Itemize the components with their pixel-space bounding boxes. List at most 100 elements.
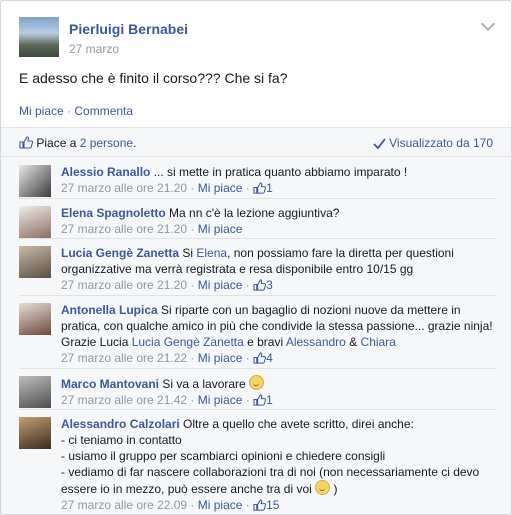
- comment-body: Alessandro Calzolari Oltre a quello che …: [61, 416, 497, 513]
- comment-body: Lucia Gengè Zanetta Si Elena, non possia…: [61, 245, 497, 293]
- comment-like-link[interactable]: Mi piace: [198, 181, 243, 195]
- seen-by[interactable]: Visualizzato da 170: [373, 136, 493, 150]
- comment-line: - usiamo il gruppo per scambiarci opinio…: [61, 449, 386, 463]
- comment-time[interactable]: 27 marzo alle ore 21.20: [61, 181, 187, 195]
- smiley-emoji-icon: [315, 480, 331, 495]
- comment-body: Antonella Lupica Si riparte con un bagag…: [61, 302, 497, 366]
- separator: ·: [242, 351, 254, 365]
- separator: ·: [67, 104, 72, 118]
- comment-like-link[interactable]: Mi piace: [198, 498, 243, 512]
- separator: ·: [242, 393, 254, 407]
- separator: ·: [187, 351, 198, 365]
- post-card: Pierluigi Bernabei 27 marzo E adesso che…: [0, 0, 512, 515]
- comment-text: &: [345, 335, 361, 349]
- comment-time[interactable]: 27 marzo alle ore 21.20: [61, 278, 187, 292]
- commenter-avatar[interactable]: [19, 417, 51, 449]
- like-count[interactable]: 15: [266, 498, 279, 512]
- thumbs-up-icon: [253, 499, 267, 511]
- mention-link[interactable]: Chiara: [361, 335, 396, 349]
- commenter-avatar[interactable]: [19, 206, 51, 238]
- post-actions: Mi piace · Commenta: [19, 104, 133, 118]
- commenter-avatar[interactable]: [19, 303, 51, 335]
- separator: ·: [187, 498, 198, 512]
- comment-item: Alessio Ranallo ... si mette in pratica …: [19, 157, 497, 199]
- check-icon: [373, 138, 386, 149]
- smiley-emoji-icon: [249, 375, 265, 390]
- likes-prefix: Piace a: [36, 136, 80, 150]
- commenter-name[interactable]: Alessandro Calzolari: [61, 417, 180, 431]
- likes-suffix: .: [133, 136, 137, 150]
- comment-item: Lucia Gengè Zanetta Si Elena, non possia…: [19, 238, 497, 296]
- mention-link[interactable]: Alessandro: [286, 335, 346, 349]
- author-avatar[interactable]: [19, 17, 59, 57]
- likes-summary: Piace a 2 persone.: [19, 136, 136, 150]
- thumbs-up-icon: [253, 182, 267, 194]
- author-name[interactable]: Pierluigi Bernabei: [69, 21, 188, 37]
- commenter-name[interactable]: Lucia Gengè Zanetta: [61, 246, 179, 260]
- comment-time[interactable]: 27 marzo alle ore 21.22: [61, 351, 187, 365]
- comment-text: Si: [179, 246, 197, 260]
- post-header: Pierluigi Bernabei 27 marzo: [1, 1, 511, 63]
- comment-body: Marco Mantovani Si va a lavorare 27 marz…: [61, 375, 497, 408]
- thumbs-up-icon: [253, 279, 267, 291]
- mention-link[interactable]: Elena: [196, 246, 227, 260]
- comment-meta: 27 marzo alle ore 21.42 · Mi piace · 1: [61, 393, 273, 407]
- like-link[interactable]: Mi piace: [19, 104, 64, 118]
- mention-link[interactable]: Lucia Gengè Zanetta: [132, 335, 244, 349]
- comment-like-link[interactable]: Mi piace: [198, 278, 243, 292]
- separator: ·: [242, 181, 254, 195]
- comment-item: Antonella Lupica Si riparte con un bagag…: [19, 295, 497, 369]
- separator: ·: [242, 498, 254, 512]
- comments-list: Alessio Ranallo ... si mette in pratica …: [1, 157, 511, 514]
- commenter-name[interactable]: Marco Mantovani: [61, 377, 159, 391]
- likes-people-link[interactable]: 2 persone: [80, 136, 133, 150]
- comment-item: Marco Mantovani Si va a lavorare 27 marz…: [19, 368, 497, 410]
- comment-line-end: ): [330, 482, 338, 496]
- seen-label: Visualizzato da 170: [389, 136, 493, 150]
- stats-bar: Piace a 2 persone. Visualizzato da 170: [1, 128, 511, 157]
- comment-like-link[interactable]: Mi piace: [198, 222, 243, 236]
- like-count[interactable]: 4: [266, 351, 273, 365]
- commenter-name[interactable]: Elena Spagnoletto: [61, 206, 166, 220]
- comment-item: Elena Spagnoletto Ma nn c'è la lezione a…: [19, 198, 497, 239]
- comment-body: Elena Spagnoletto Ma nn c'è la lezione a…: [61, 205, 497, 237]
- like-count[interactable]: 1: [266, 181, 273, 195]
- comment-link[interactable]: Commenta: [74, 104, 133, 118]
- comment-time[interactable]: 27 marzo alle ore 21.20: [61, 222, 187, 236]
- comment-meta: 27 marzo alle ore 21.20 · Mi piace · 3: [61, 278, 273, 292]
- comment-text: Ma nn c'è la lezione aggiuntiva?: [165, 206, 340, 220]
- comment-meta: 27 marzo alle ore 22.09 · Mi piace · 15: [61, 498, 279, 512]
- separator: ·: [187, 278, 198, 292]
- comment-like-link[interactable]: Mi piace: [198, 351, 243, 365]
- post-date[interactable]: 27 marzo: [69, 42, 119, 56]
- comment-time[interactable]: 27 marzo alle ore 21.42: [61, 393, 187, 407]
- separator: ·: [187, 393, 198, 407]
- comment-meta: 27 marzo alle ore 21.20 · Mi piace · 1: [61, 181, 273, 195]
- like-count[interactable]: 1: [266, 393, 273, 407]
- comment-line: - ci teniamo in contatto: [61, 433, 182, 447]
- commenter-avatar[interactable]: [19, 246, 51, 278]
- comment-text: ... si mette in pratica quanto abbiamo i…: [150, 165, 408, 179]
- post-text: E adesso che è finito il corso??? Che si…: [19, 70, 288, 86]
- comment-item: Alessandro Calzolari Oltre a quello che …: [19, 409, 497, 514]
- comment-text: e bravi: [243, 335, 286, 349]
- comment-like-link[interactable]: Mi piace: [198, 393, 243, 407]
- thumbs-up-icon: [19, 136, 33, 149]
- commenter-avatar[interactable]: [19, 165, 51, 197]
- comment-meta: 27 marzo alle ore 21.22 · Mi piace · 4: [61, 351, 273, 365]
- commenter-avatar[interactable]: [19, 376, 51, 408]
- comment-text: Oltre a quello che avete scritto, direi …: [179, 417, 414, 431]
- comment-text: Si va a lavorare: [159, 377, 250, 391]
- separator: ·: [242, 278, 254, 292]
- comment-line: - vediamo di far nascere collaborazioni …: [61, 465, 480, 496]
- separator: ·: [187, 222, 198, 236]
- thumbs-up-icon: [253, 394, 267, 406]
- chevron-down-icon[interactable]: [480, 16, 496, 32]
- commenter-name[interactable]: Alessio Ranallo: [61, 165, 150, 179]
- comment-time[interactable]: 27 marzo alle ore 22.09: [61, 498, 187, 512]
- commenter-name[interactable]: Antonella Lupica: [61, 303, 158, 317]
- like-count[interactable]: 3: [266, 278, 273, 292]
- comment-body: Alessio Ranallo ... si mette in pratica …: [61, 164, 497, 196]
- separator: ·: [187, 181, 198, 195]
- comment-meta: 27 marzo alle ore 21.20 · Mi piace: [61, 222, 242, 236]
